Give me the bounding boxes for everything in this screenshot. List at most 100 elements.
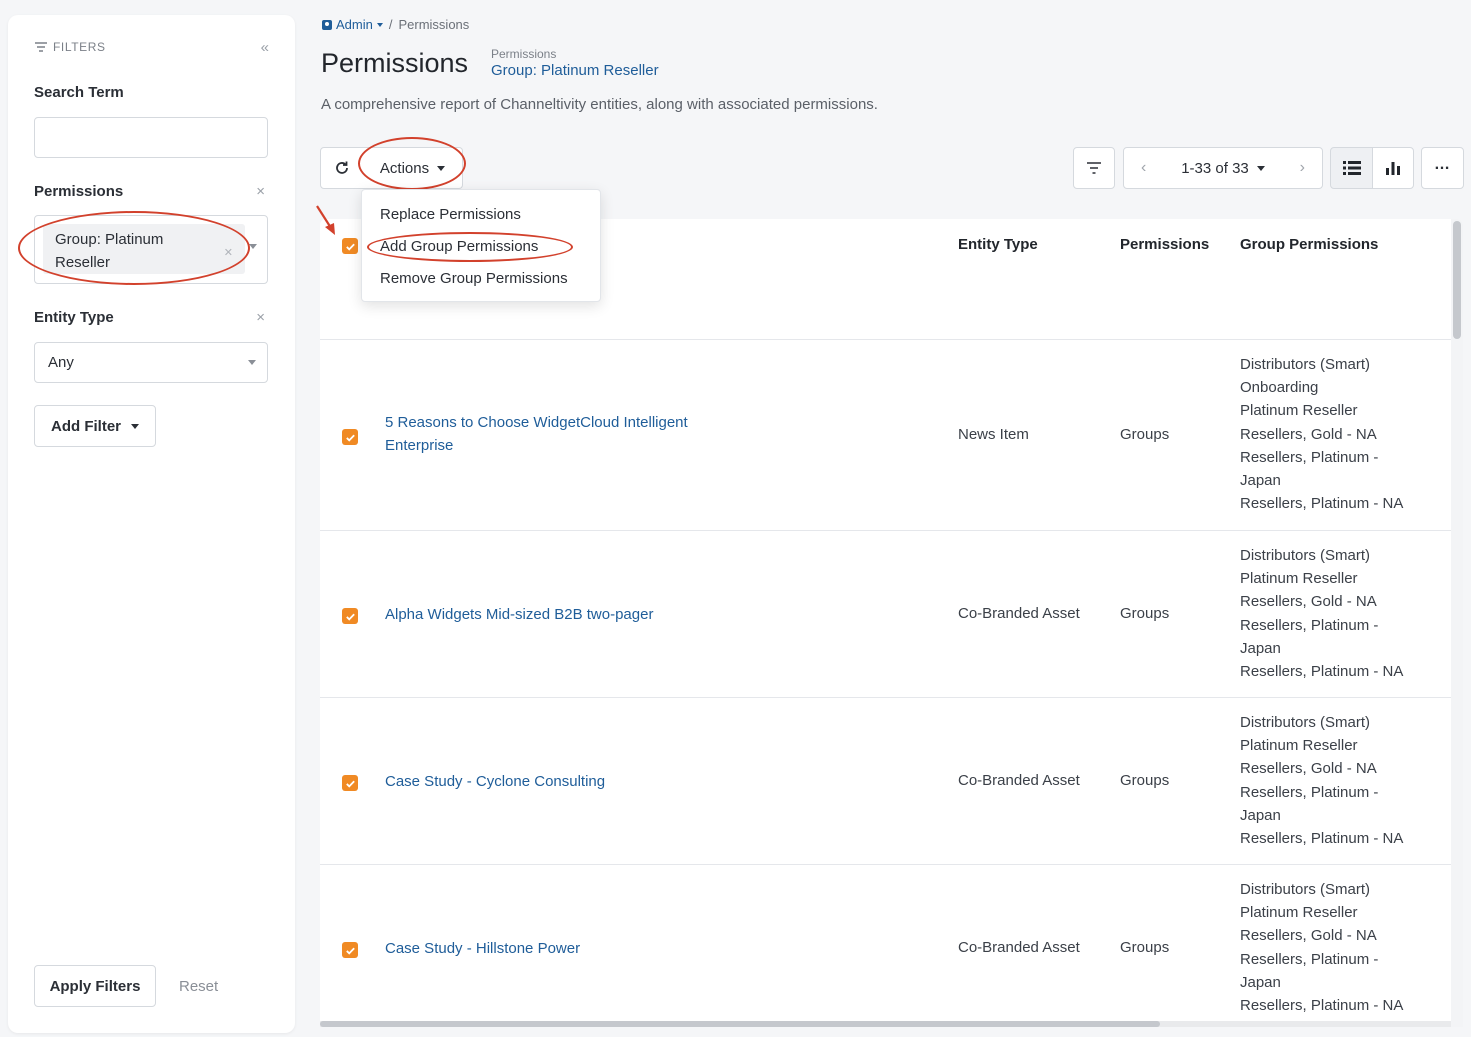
row-checkbox[interactable] xyxy=(342,942,358,958)
group-item: Platinum Reseller xyxy=(1240,570,1358,588)
table-row: Case Study - Hillstone Power Co-Branded … xyxy=(320,865,1451,1027)
entity-type-select[interactable]: Any xyxy=(34,342,268,383)
check-icon xyxy=(345,780,355,788)
vertical-scroll-thumb[interactable] xyxy=(1453,221,1461,339)
annotation-arrow-icon xyxy=(316,205,335,235)
add-filter-button[interactable]: Add Filter xyxy=(34,405,156,447)
search-term-input[interactable] xyxy=(34,117,268,158)
table-row: 5 Reasons to Choose WidgetCloud Intellig… xyxy=(320,340,1451,531)
filters-label: FILTERS xyxy=(53,40,106,54)
permissions-cell: Groups xyxy=(1120,939,1170,956)
table-row: Case Study - Cyclone Consulting Co-Brand… xyxy=(320,698,1451,865)
check-icon xyxy=(345,613,355,621)
group-item: Distributors (Smart) xyxy=(1240,547,1371,564)
breadcrumb-admin[interactable]: Admin xyxy=(322,17,383,32)
horizontal-scrollbar[interactable] xyxy=(320,1021,1451,1027)
apply-filters-button[interactable]: Apply Filters xyxy=(34,965,156,1007)
add-filter-label: Add Filter xyxy=(51,417,121,435)
pagination-control: ‹ 1-33 of 33 › xyxy=(1123,147,1323,189)
group-item: Resellers, Platinum - xyxy=(1240,950,1379,968)
group-item: Japan xyxy=(1240,472,1281,490)
select-all-checkbox[interactable] xyxy=(342,238,358,254)
group-item: Onboarding xyxy=(1240,379,1319,397)
filters-header: FILTERS xyxy=(35,40,106,54)
group-item: Distributors (Smart) xyxy=(1240,881,1371,898)
entity-name-line1: Alpha Widgets Mid-sized B2B two-pager xyxy=(385,606,654,623)
actions-label: Actions xyxy=(379,159,430,177)
group-item: Resellers, Gold - NA xyxy=(1240,927,1377,945)
clear-permissions-icon[interactable]: × xyxy=(256,183,265,200)
title-context: Permissions Group: Platinum Reseller xyxy=(491,47,659,79)
filters-sidebar: FILTERS « Search Term Permissions × Grou… xyxy=(8,15,295,1033)
vertical-scrollbar[interactable] xyxy=(1451,219,1463,1027)
search-term-label: Search Term xyxy=(34,84,124,101)
more-icon: … xyxy=(1434,156,1451,173)
row-checkbox[interactable] xyxy=(342,775,358,791)
row-checkbox[interactable] xyxy=(342,429,358,445)
permissions-table: Entity Type Permissions Group Permission… xyxy=(320,219,1463,1027)
entity-type-cell: News Item xyxy=(958,426,1029,443)
column-permissions[interactable]: Permissions xyxy=(1120,236,1209,253)
group-permissions-cell: Distributors (Smart) Platinum Reseller R… xyxy=(1240,544,1430,683)
page-description: A comprehensive report of Channeltivity … xyxy=(321,96,878,113)
admin-icon xyxy=(322,19,332,30)
group-item: Resellers, Platinum - xyxy=(1240,448,1379,466)
entity-name-link[interactable]: Case Study - Hillstone Power xyxy=(385,937,745,960)
group-item: Distributors (Smart) xyxy=(1240,714,1371,731)
entity-name-link[interactable]: Case Study - Cyclone Consulting xyxy=(385,770,745,793)
column-group-permissions[interactable]: Group Permissions xyxy=(1240,236,1378,253)
permissions-chip: Group: Platinum Reseller ✕ xyxy=(43,224,245,274)
group-item: Japan xyxy=(1240,973,1281,991)
permissions-multiselect[interactable]: Group: Platinum Reseller ✕ xyxy=(34,215,268,284)
entity-name-link[interactable]: 5 Reasons to Choose WidgetCloud Intellig… xyxy=(385,411,745,457)
refresh-button[interactable] xyxy=(320,147,364,189)
caret-down-icon xyxy=(131,423,139,429)
entity-name-line1: Case Study - Hillstone Power xyxy=(385,940,581,957)
entity-type-value: Any xyxy=(48,354,74,371)
caret-down-icon xyxy=(376,22,383,27)
group-item: Resellers, Platinum - NA xyxy=(1240,997,1404,1015)
check-icon xyxy=(345,243,355,251)
actions-dropdown-menu: Replace Permissions Add Group Permission… xyxy=(361,189,601,302)
pagination-select[interactable]: 1-33 of 33 xyxy=(1181,160,1265,177)
filter-lines-icon xyxy=(1087,162,1101,174)
menu-item-remove-group-permissions[interactable]: Remove Group Permissions xyxy=(380,270,568,287)
clear-entity-type-icon[interactable]: × xyxy=(256,309,265,326)
group-item: Resellers, Gold - NA xyxy=(1240,760,1377,778)
group-item: Resellers, Platinum - xyxy=(1240,783,1379,801)
entity-type-cell: Co-Branded Asset xyxy=(958,605,1080,622)
breadcrumb-current: Permissions xyxy=(398,17,470,32)
remove-chip-icon[interactable]: ✕ xyxy=(224,242,233,265)
list-view-button[interactable] xyxy=(1330,147,1373,189)
caret-down-icon xyxy=(1256,165,1265,171)
prev-page-icon[interactable]: ‹ xyxy=(1141,159,1146,177)
next-page-icon[interactable]: › xyxy=(1300,159,1305,177)
chart-view-button[interactable] xyxy=(1372,147,1414,189)
column-filter-button[interactable] xyxy=(1073,147,1115,189)
reset-link[interactable]: Reset xyxy=(179,978,218,995)
context-value[interactable]: Group: Platinum Reseller xyxy=(491,62,659,79)
permissions-cell: Groups xyxy=(1120,426,1170,443)
context-label: Permissions xyxy=(491,47,557,61)
entity-name-line2: Enterprise xyxy=(385,437,454,454)
group-item: Platinum Reseller xyxy=(1240,737,1358,755)
entity-type-label: Entity Type xyxy=(34,309,114,326)
entity-name-link[interactable]: Alpha Widgets Mid-sized B2B two-pager xyxy=(385,603,745,626)
breadcrumb: Admin / Permissions xyxy=(322,17,469,32)
horizontal-scroll-thumb[interactable] xyxy=(320,1021,1160,1027)
row-checkbox[interactable] xyxy=(342,608,358,624)
group-item: Japan xyxy=(1240,806,1281,824)
check-icon xyxy=(345,434,355,442)
column-entity-type[interactable]: Entity Type xyxy=(958,236,1038,253)
menu-item-replace-permissions[interactable]: Replace Permissions xyxy=(380,206,521,223)
menu-item-add-group-permissions[interactable]: Add Group Permissions xyxy=(380,238,538,255)
actions-button[interactable]: Actions xyxy=(363,147,463,189)
collapse-sidebar-icon[interactable]: « xyxy=(261,39,269,56)
chevron-down-icon xyxy=(248,360,256,365)
more-options-button[interactable]: … xyxy=(1421,147,1464,189)
page-title: Permissions xyxy=(321,48,469,78)
permissions-filter-label: Permissions xyxy=(34,183,124,200)
group-item: Resellers, Platinum - NA xyxy=(1240,830,1404,848)
permissions-cell: Groups xyxy=(1120,772,1170,789)
entity-name-line1: 5 Reasons to Choose WidgetCloud Intellig… xyxy=(385,414,688,431)
